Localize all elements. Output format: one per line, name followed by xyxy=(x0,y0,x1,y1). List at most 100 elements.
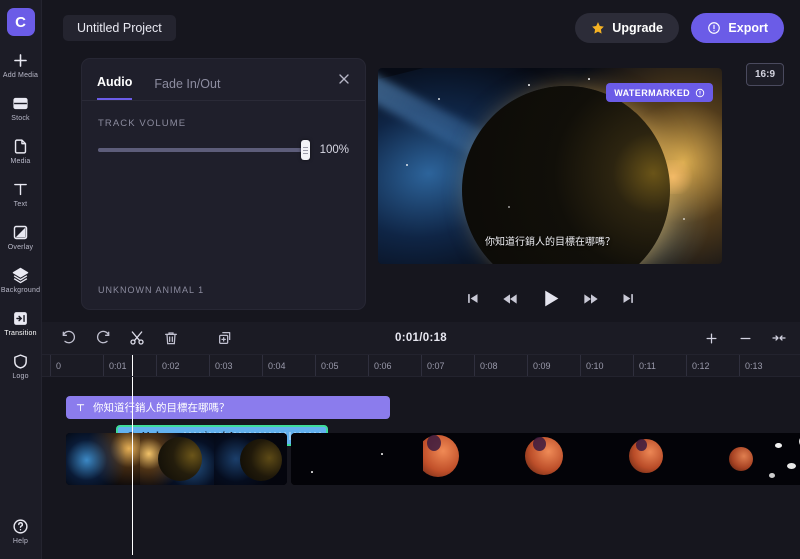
timeline-tracks: 你知道行銷人的目標在哪嗎？ Unknown animal 1 xyxy=(42,377,800,555)
sidebar-item-label: Text xyxy=(13,201,28,208)
app-logo-letter: C xyxy=(15,13,26,31)
ruler-tick-label: 0:08 xyxy=(480,361,498,371)
app-logo[interactable]: C xyxy=(6,8,35,36)
watermark-label: WATERMARKED xyxy=(614,87,690,98)
text-clip[interactable]: 你知道行銷人的目標在哪嗎？ xyxy=(66,396,390,419)
video-thumbnail xyxy=(291,433,423,485)
ruler-tick-label: 0:12 xyxy=(692,361,710,371)
ruler-tick-label: 0:13 xyxy=(745,361,763,371)
sidebar-item-label: Add Media xyxy=(2,72,39,79)
tab-audio[interactable]: Audio xyxy=(97,75,133,100)
fit-to-screen-button[interactable] xyxy=(762,322,796,355)
star xyxy=(683,218,685,220)
panel-body: TRACK VOLUME 100% xyxy=(82,101,365,160)
sidebar-item-label: Logo xyxy=(12,373,29,380)
timeline-ruler[interactable]: 0 0:01 0:02 0:03 0:04 0:05 0:06 0:07 0:0… xyxy=(42,355,800,377)
help-circle-icon xyxy=(12,516,29,536)
video-preview[interactable]: WATERMARKED 你知道行銷人的目標在哪嗎？ xyxy=(378,68,722,264)
close-icon[interactable] xyxy=(336,71,352,87)
sidebar-item-label: Help xyxy=(12,538,29,545)
sidebar-item-text[interactable]: Text xyxy=(0,179,42,208)
timeline: 0:01/0:18 0 0:01 0:02 0:03 0:04 0:05 0:0… xyxy=(42,322,800,559)
sidebar-item-stock[interactable]: Stock xyxy=(0,93,42,122)
ruler-tick-label: 0:03 xyxy=(215,361,233,371)
video-thumbnail xyxy=(214,433,287,485)
selected-track-name: UNKNOWN ANIMAL 1 xyxy=(98,285,205,295)
transport-controls xyxy=(378,288,722,309)
skip-to-end-button[interactable] xyxy=(621,291,636,306)
timeline-zoom-controls xyxy=(694,322,796,355)
volume-slider-handle[interactable] xyxy=(300,140,310,160)
rewind-button[interactable] xyxy=(502,291,518,307)
sidebar-item-label: Overlay xyxy=(7,244,34,251)
aspect-ratio-button[interactable]: 16:9 xyxy=(746,63,784,86)
overlay-icon xyxy=(12,222,29,242)
sidebar-item-label: Transition xyxy=(4,330,37,337)
volume-value: 100% xyxy=(319,144,349,156)
play-button[interactable] xyxy=(540,288,561,309)
volume-slider-fill xyxy=(98,148,306,152)
zoom-out-button[interactable] xyxy=(728,322,762,355)
sidebar-item-transition[interactable]: Transition xyxy=(0,308,42,337)
ruler-tick-label: 0:02 xyxy=(162,361,180,371)
upgrade-button[interactable]: Upgrade xyxy=(575,13,679,43)
shield-icon xyxy=(12,351,29,371)
playhead[interactable] xyxy=(132,377,133,555)
ruler-tick-label: 0:07 xyxy=(427,361,445,371)
sidebar-item-logo[interactable]: Logo xyxy=(0,351,42,380)
timeline-toolbar: 0:01/0:18 xyxy=(42,322,800,355)
audio-properties-panel: Audio Fade In/Out TRACK VOLUME 100% UNKN… xyxy=(81,58,366,310)
tab-fade-in-out[interactable]: Fade In/Out xyxy=(154,77,220,100)
volume-slider[interactable] xyxy=(98,140,310,160)
stock-icon xyxy=(12,93,29,113)
top-bar: Untitled Project Upgrade Export xyxy=(42,0,800,55)
sidebar-item-label: Background xyxy=(0,287,41,294)
ruler-tick-label: 0:06 xyxy=(374,361,392,371)
sidebar-item-help[interactable]: Help xyxy=(0,516,42,545)
skip-to-start-button[interactable] xyxy=(465,291,480,306)
ruler-tick-label: 0 xyxy=(56,361,62,371)
sidebar-item-label: Stock xyxy=(11,115,30,122)
video-thumbnail xyxy=(717,433,767,485)
info-icon xyxy=(695,88,705,98)
panel-tab-bar: Audio Fade In/Out xyxy=(82,59,365,101)
video-clip-1[interactable] xyxy=(66,433,287,485)
ruler-tick-label: 0:05 xyxy=(321,361,339,371)
ruler-tick-label: 0:10 xyxy=(586,361,604,371)
media-file-icon xyxy=(12,136,29,156)
time-display: 0:01/0:18 xyxy=(395,332,447,344)
ruler-tick-label: 0:04 xyxy=(268,361,286,371)
track-volume-label: TRACK VOLUME xyxy=(98,118,187,129)
star xyxy=(438,98,440,100)
plus-icon xyxy=(11,50,30,70)
star xyxy=(508,206,510,208)
text-clip-label: 你知道行銷人的目標在哪嗎？ xyxy=(93,402,230,414)
text-clip-icon xyxy=(75,402,86,413)
ruler-tick-label: 0:11 xyxy=(639,361,656,371)
clipchamp-video-editor: C Add Media Stock Media Text Overlay Bac… xyxy=(0,0,800,559)
star xyxy=(528,84,530,86)
preview-area: WATERMARKED 你知道行銷人的目標在哪嗎？ 16:9 xyxy=(378,63,784,264)
fast-forward-button[interactable] xyxy=(583,291,599,307)
export-label: Export xyxy=(728,21,768,35)
video-thumbnail xyxy=(423,433,521,485)
video-thumbnail xyxy=(140,433,214,485)
playhead-ruler-line xyxy=(132,355,133,376)
info-circle-icon xyxy=(707,21,721,35)
track-volume-slider-row: 100% xyxy=(98,140,349,160)
zoom-in-button[interactable] xyxy=(694,322,728,355)
sidebar-item-overlay[interactable]: Overlay xyxy=(0,222,42,251)
sidebar-item-background[interactable]: Background xyxy=(0,265,42,294)
export-button[interactable]: Export xyxy=(691,13,784,43)
watermark-badge[interactable]: WATERMARKED xyxy=(606,83,713,102)
sidebar-item-media[interactable]: Media xyxy=(0,136,42,165)
project-name-field[interactable]: Untitled Project xyxy=(63,15,176,41)
ruler-tick-label: 0:09 xyxy=(533,361,551,371)
text-icon xyxy=(12,179,29,199)
transition-icon xyxy=(12,308,29,328)
video-clip-2[interactable] xyxy=(291,433,800,485)
video-thumbnail xyxy=(767,433,800,485)
upgrade-label: Upgrade xyxy=(612,21,663,35)
sidebar-item-add-media[interactable]: Add Media xyxy=(0,50,42,79)
sidebar-item-label: Media xyxy=(10,158,31,165)
